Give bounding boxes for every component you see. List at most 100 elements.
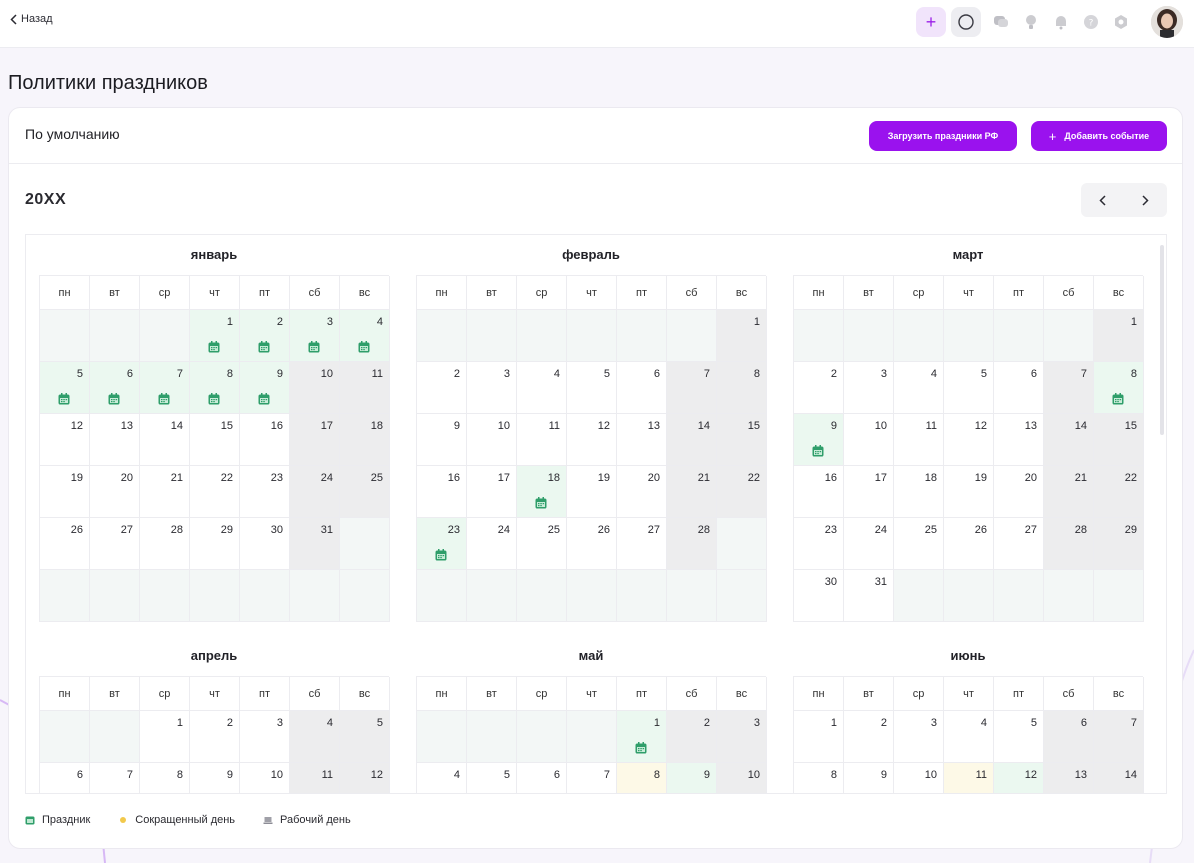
- day-cell[interactable]: 9: [190, 763, 240, 793]
- day-cell[interactable]: 2: [667, 711, 717, 763]
- day-cell[interactable]: 15: [190, 414, 240, 466]
- day-cell[interactable]: 5: [340, 711, 390, 763]
- day-cell[interactable]: 27: [90, 518, 140, 570]
- day-cell[interactable]: 12: [340, 763, 390, 793]
- day-cell[interactable]: 8: [717, 362, 767, 414]
- day-cell[interactable]: 1: [140, 711, 190, 763]
- day-cell[interactable]: 19: [567, 466, 617, 518]
- next-year-button[interactable]: [1124, 183, 1167, 217]
- day-cell[interactable]: 1: [617, 711, 667, 763]
- day-cell[interactable]: 1: [794, 711, 844, 763]
- day-cell[interactable]: 25: [894, 518, 944, 570]
- day-cell[interactable]: 27: [994, 518, 1044, 570]
- day-cell[interactable]: 29: [190, 518, 240, 570]
- day-cell[interactable]: 26: [567, 518, 617, 570]
- day-cell[interactable]: 6: [1044, 711, 1094, 763]
- day-cell[interactable]: 5: [994, 711, 1044, 763]
- day-cell[interactable]: 30: [794, 570, 844, 622]
- day-cell[interactable]: 18: [517, 466, 567, 518]
- day-cell[interactable]: 28: [1044, 518, 1094, 570]
- day-cell[interactable]: 27: [617, 518, 667, 570]
- day-cell[interactable]: 6: [90, 362, 140, 414]
- day-cell[interactable]: 16: [794, 466, 844, 518]
- day-cell[interactable]: 8: [794, 763, 844, 793]
- day-cell[interactable]: 7: [140, 362, 190, 414]
- day-cell[interactable]: 21: [1044, 466, 1094, 518]
- day-cell[interactable]: 28: [667, 518, 717, 570]
- day-cell[interactable]: 7: [90, 763, 140, 793]
- day-cell[interactable]: 2: [794, 362, 844, 414]
- help-button[interactable]: ?: [1076, 7, 1106, 37]
- day-cell[interactable]: 8: [140, 763, 190, 793]
- day-cell[interactable]: 4: [944, 711, 994, 763]
- day-cell[interactable]: 16: [240, 414, 290, 466]
- day-cell[interactable]: 11: [517, 414, 567, 466]
- day-cell[interactable]: 16: [417, 466, 467, 518]
- day-cell[interactable]: 23: [794, 518, 844, 570]
- day-cell[interactable]: 19: [944, 466, 994, 518]
- day-cell[interactable]: 22: [190, 466, 240, 518]
- load-holidays-button[interactable]: Загрузить праздники РФ: [869, 121, 1017, 151]
- day-cell[interactable]: 6: [517, 763, 567, 793]
- day-cell[interactable]: 22: [1094, 466, 1144, 518]
- day-cell[interactable]: 9: [417, 414, 467, 466]
- day-cell[interactable]: 13: [1044, 763, 1094, 793]
- day-cell[interactable]: 14: [1044, 414, 1094, 466]
- day-cell[interactable]: 13: [994, 414, 1044, 466]
- day-cell[interactable]: 9: [667, 763, 717, 793]
- day-cell[interactable]: 13: [617, 414, 667, 466]
- day-cell[interactable]: 10: [290, 362, 340, 414]
- day-cell[interactable]: 2: [240, 310, 290, 362]
- search-button[interactable]: [951, 7, 981, 37]
- day-cell[interactable]: 21: [140, 466, 190, 518]
- day-cell[interactable]: 14: [140, 414, 190, 466]
- day-cell[interactable]: 17: [290, 414, 340, 466]
- day-cell[interactable]: 11: [894, 414, 944, 466]
- day-cell[interactable]: 9: [240, 362, 290, 414]
- day-cell[interactable]: 2: [417, 362, 467, 414]
- day-cell[interactable]: 6: [617, 362, 667, 414]
- day-cell[interactable]: 3: [240, 711, 290, 763]
- day-cell[interactable]: 19: [40, 466, 90, 518]
- day-cell[interactable]: 20: [617, 466, 667, 518]
- day-cell[interactable]: 4: [340, 310, 390, 362]
- day-cell[interactable]: 7: [567, 763, 617, 793]
- settings-button[interactable]: [1106, 7, 1136, 37]
- day-cell[interactable]: 18: [894, 466, 944, 518]
- day-cell[interactable]: 28: [140, 518, 190, 570]
- day-cell[interactable]: 17: [467, 466, 517, 518]
- create-button[interactable]: +: [916, 7, 946, 37]
- day-cell[interactable]: 29: [1094, 518, 1144, 570]
- day-cell[interactable]: 14: [1094, 763, 1144, 793]
- day-cell[interactable]: 22: [717, 466, 767, 518]
- day-cell[interactable]: 12: [567, 414, 617, 466]
- notifications-button[interactable]: [1046, 7, 1076, 37]
- day-cell[interactable]: 7: [1044, 362, 1094, 414]
- day-cell[interactable]: 9: [794, 414, 844, 466]
- day-cell[interactable]: 4: [894, 362, 944, 414]
- prev-year-button[interactable]: [1081, 183, 1124, 217]
- day-cell[interactable]: 18: [340, 414, 390, 466]
- day-cell[interactable]: 3: [844, 362, 894, 414]
- day-cell[interactable]: 1: [190, 310, 240, 362]
- day-cell[interactable]: 4: [417, 763, 467, 793]
- day-cell[interactable]: 15: [1094, 414, 1144, 466]
- day-cell[interactable]: 31: [844, 570, 894, 622]
- day-cell[interactable]: 25: [340, 466, 390, 518]
- day-cell[interactable]: 25: [517, 518, 567, 570]
- day-cell[interactable]: 3: [894, 711, 944, 763]
- day-cell[interactable]: 2: [844, 711, 894, 763]
- day-cell[interactable]: 23: [417, 518, 467, 570]
- back-link[interactable]: Назад: [10, 13, 53, 25]
- day-cell[interactable]: 23: [240, 466, 290, 518]
- day-cell[interactable]: 24: [467, 518, 517, 570]
- day-cell[interactable]: 21: [667, 466, 717, 518]
- user-avatar[interactable]: [1151, 6, 1183, 38]
- day-cell[interactable]: 24: [290, 466, 340, 518]
- chat-button[interactable]: [986, 7, 1016, 37]
- day-cell[interactable]: 10: [240, 763, 290, 793]
- calendar-scrollbar[interactable]: [1160, 245, 1164, 435]
- day-cell[interactable]: 12: [40, 414, 90, 466]
- day-cell[interactable]: 24: [844, 518, 894, 570]
- day-cell[interactable]: 2: [190, 711, 240, 763]
